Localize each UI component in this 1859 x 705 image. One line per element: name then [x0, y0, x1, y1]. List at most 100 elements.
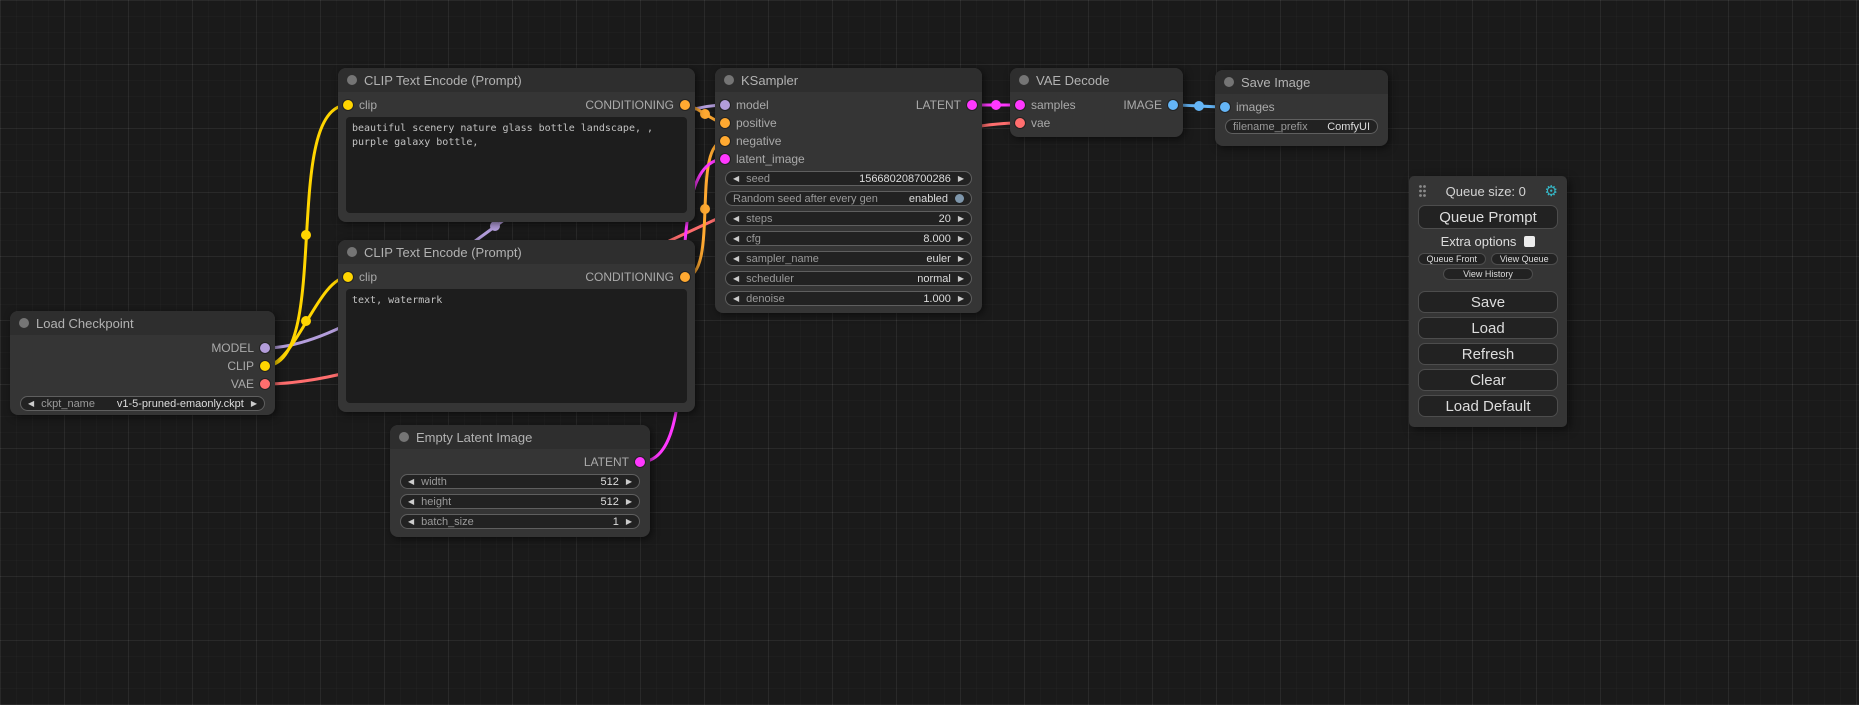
node-clip-text-encode-positive[interactable]: CLIP Text Encode (Prompt) clip CONDITION…	[338, 68, 695, 222]
increment-arrow-icon[interactable]: ▶	[958, 275, 964, 283]
queue-actions-row: Queue Front View Queue	[1418, 253, 1558, 265]
model-output-dot-icon[interactable]	[260, 343, 270, 353]
latent-output-dot-icon[interactable]	[635, 457, 645, 467]
collapse-dot-icon[interactable]	[347, 75, 357, 85]
input-slot-samples: samples	[1015, 98, 1076, 112]
output-slot-model: MODEL	[211, 341, 270, 355]
conditioning-output-dot-icon[interactable]	[680, 272, 690, 282]
image-input-dot-icon[interactable]	[1220, 102, 1230, 112]
conditioning-input-dot-icon[interactable]	[720, 136, 730, 146]
node-empty-latent-image[interactable]: Empty Latent Image LATENT ◀ width 512 ▶ …	[390, 425, 650, 537]
graph-canvas[interactable]: Load Checkpoint MODEL CLIP VAE	[0, 0, 1859, 705]
decrement-arrow-icon[interactable]: ◀	[733, 235, 739, 243]
queue-menu-panel: Queue size: 0 ⚙ Queue Prompt Extra optio…	[1409, 176, 1567, 427]
prompt-textarea[interactable]: beautiful scenery nature glass bottle la…	[346, 117, 687, 213]
decrement-arrow-icon[interactable]: ◀	[733, 275, 739, 283]
node-vae-decode[interactable]: VAE Decode samples IMAGE vae	[1010, 68, 1183, 137]
widget-seed[interactable]: ◀ seed 156680208700286 ▶	[725, 171, 972, 186]
decrement-arrow-icon[interactable]: ◀	[408, 478, 414, 486]
node-title-bar[interactable]: VAE Decode	[1010, 68, 1183, 92]
view-history-button[interactable]: View History	[1443, 268, 1533, 280]
menu-drag-handle-icon[interactable]	[1418, 184, 1427, 198]
image-output-dot-icon[interactable]	[1168, 100, 1178, 110]
node-title-bar[interactable]: CLIP Text Encode (Prompt)	[338, 68, 695, 92]
queue-prompt-button[interactable]: Queue Prompt	[1418, 205, 1558, 229]
link-model-midpoint	[490, 221, 500, 231]
widget-random-seed-toggle[interactable]: Random seed after every gen enabled	[725, 191, 972, 206]
node-title-bar[interactable]: KSampler	[715, 68, 982, 92]
view-queue-button[interactable]: View Queue	[1491, 253, 1559, 265]
clip-output-dot-icon[interactable]	[260, 361, 270, 371]
decrement-arrow-icon[interactable]: ◀	[733, 295, 739, 303]
collapse-dot-icon[interactable]	[19, 318, 29, 328]
node-ksampler[interactable]: KSampler model LATENT positive	[715, 68, 982, 313]
increment-arrow-icon[interactable]: ▶	[958, 255, 964, 263]
collapse-dot-icon[interactable]	[724, 75, 734, 85]
input-slot-positive: positive	[720, 116, 777, 130]
slot-row: clip CONDITIONING	[338, 96, 695, 114]
link-image-midpoint	[1194, 101, 1204, 111]
widget-steps[interactable]: ◀ steps 20 ▶	[725, 211, 972, 226]
widget-filename-prefix[interactable]: filename_prefix ComfyUI	[1225, 119, 1378, 134]
decrement-arrow-icon[interactable]: ◀	[28, 400, 34, 408]
decrement-arrow-icon[interactable]: ◀	[408, 518, 414, 526]
node-title-bar[interactable]: Empty Latent Image	[390, 425, 650, 449]
widget-sampler-name[interactable]: ◀ sampler_name euler ▶	[725, 251, 972, 266]
widget-denoise[interactable]: ◀ denoise 1.000 ▶	[725, 291, 972, 306]
clear-button[interactable]: Clear	[1418, 369, 1558, 391]
widget-ckpt-name[interactable]: ◀ ckpt_name v1-5-pruned-emaonly.ckpt ▶	[20, 396, 265, 411]
output-slot-latent: LATENT	[916, 98, 977, 112]
collapse-dot-icon[interactable]	[1224, 77, 1234, 87]
input-slot-images: images	[1220, 100, 1275, 114]
node-save-image[interactable]: Save Image images filename_prefix ComfyU…	[1215, 70, 1388, 146]
load-default-button[interactable]: Load Default	[1418, 395, 1558, 417]
increment-arrow-icon[interactable]: ▶	[251, 400, 257, 408]
conditioning-input-dot-icon[interactable]	[720, 118, 730, 128]
vae-output-dot-icon[interactable]	[260, 379, 270, 389]
extra-options-checkbox[interactable]	[1524, 236, 1535, 247]
node-title-bar[interactable]: Load Checkpoint	[10, 311, 275, 335]
decrement-arrow-icon[interactable]: ◀	[733, 255, 739, 263]
extra-options-row: Extra options	[1418, 235, 1558, 248]
increment-arrow-icon[interactable]: ▶	[626, 518, 632, 526]
widget-batch-size[interactable]: ◀ batch_size 1 ▶	[400, 514, 640, 529]
widget-scheduler[interactable]: ◀ scheduler normal ▶	[725, 271, 972, 286]
latent-input-dot-icon[interactable]	[1015, 100, 1025, 110]
node-load-checkpoint[interactable]: Load Checkpoint MODEL CLIP VAE	[10, 311, 275, 415]
collapse-dot-icon[interactable]	[399, 432, 409, 442]
latent-output-dot-icon[interactable]	[967, 100, 977, 110]
model-input-dot-icon[interactable]	[720, 100, 730, 110]
queue-front-button[interactable]: Queue Front	[1418, 253, 1486, 265]
increment-arrow-icon[interactable]: ▶	[626, 498, 632, 506]
increment-arrow-icon[interactable]: ▶	[626, 478, 632, 486]
save-button[interactable]: Save	[1418, 291, 1558, 313]
increment-arrow-icon[interactable]: ▶	[958, 215, 964, 223]
clip-input-dot-icon[interactable]	[343, 272, 353, 282]
decrement-arrow-icon[interactable]: ◀	[733, 215, 739, 223]
collapse-dot-icon[interactable]	[347, 247, 357, 257]
refresh-button[interactable]: Refresh	[1418, 343, 1558, 365]
increment-arrow-icon[interactable]: ▶	[958, 235, 964, 243]
vae-input-dot-icon[interactable]	[1015, 118, 1025, 128]
node-clip-text-encode-negative[interactable]: CLIP Text Encode (Prompt) clip CONDITION…	[338, 240, 695, 412]
decrement-arrow-icon[interactable]: ◀	[408, 498, 414, 506]
node-title-bar[interactable]: CLIP Text Encode (Prompt)	[338, 240, 695, 264]
input-slot-model: model	[720, 98, 769, 112]
collapse-dot-icon[interactable]	[1019, 75, 1029, 85]
decrement-arrow-icon[interactable]: ◀	[733, 175, 739, 183]
node-title-bar[interactable]: Save Image	[1215, 70, 1388, 94]
prompt-textarea[interactable]: text, watermark	[346, 289, 687, 403]
clip-input-dot-icon[interactable]	[343, 100, 353, 110]
toggle-enabled-dot-icon[interactable]	[955, 194, 964, 203]
increment-arrow-icon[interactable]: ▶	[958, 175, 964, 183]
output-slot-conditioning: CONDITIONING	[585, 270, 690, 284]
latent-input-dot-icon[interactable]	[720, 154, 730, 164]
widget-width[interactable]: ◀ width 512 ▶	[400, 474, 640, 489]
widget-cfg[interactable]: ◀ cfg 8.000 ▶	[725, 231, 972, 246]
settings-gear-icon[interactable]: ⚙	[1545, 184, 1558, 199]
load-button[interactable]: Load	[1418, 317, 1558, 339]
widget-height[interactable]: ◀ height 512 ▶	[400, 494, 640, 509]
conditioning-output-dot-icon[interactable]	[680, 100, 690, 110]
slot-row: samples IMAGE	[1010, 96, 1183, 114]
increment-arrow-icon[interactable]: ▶	[958, 295, 964, 303]
